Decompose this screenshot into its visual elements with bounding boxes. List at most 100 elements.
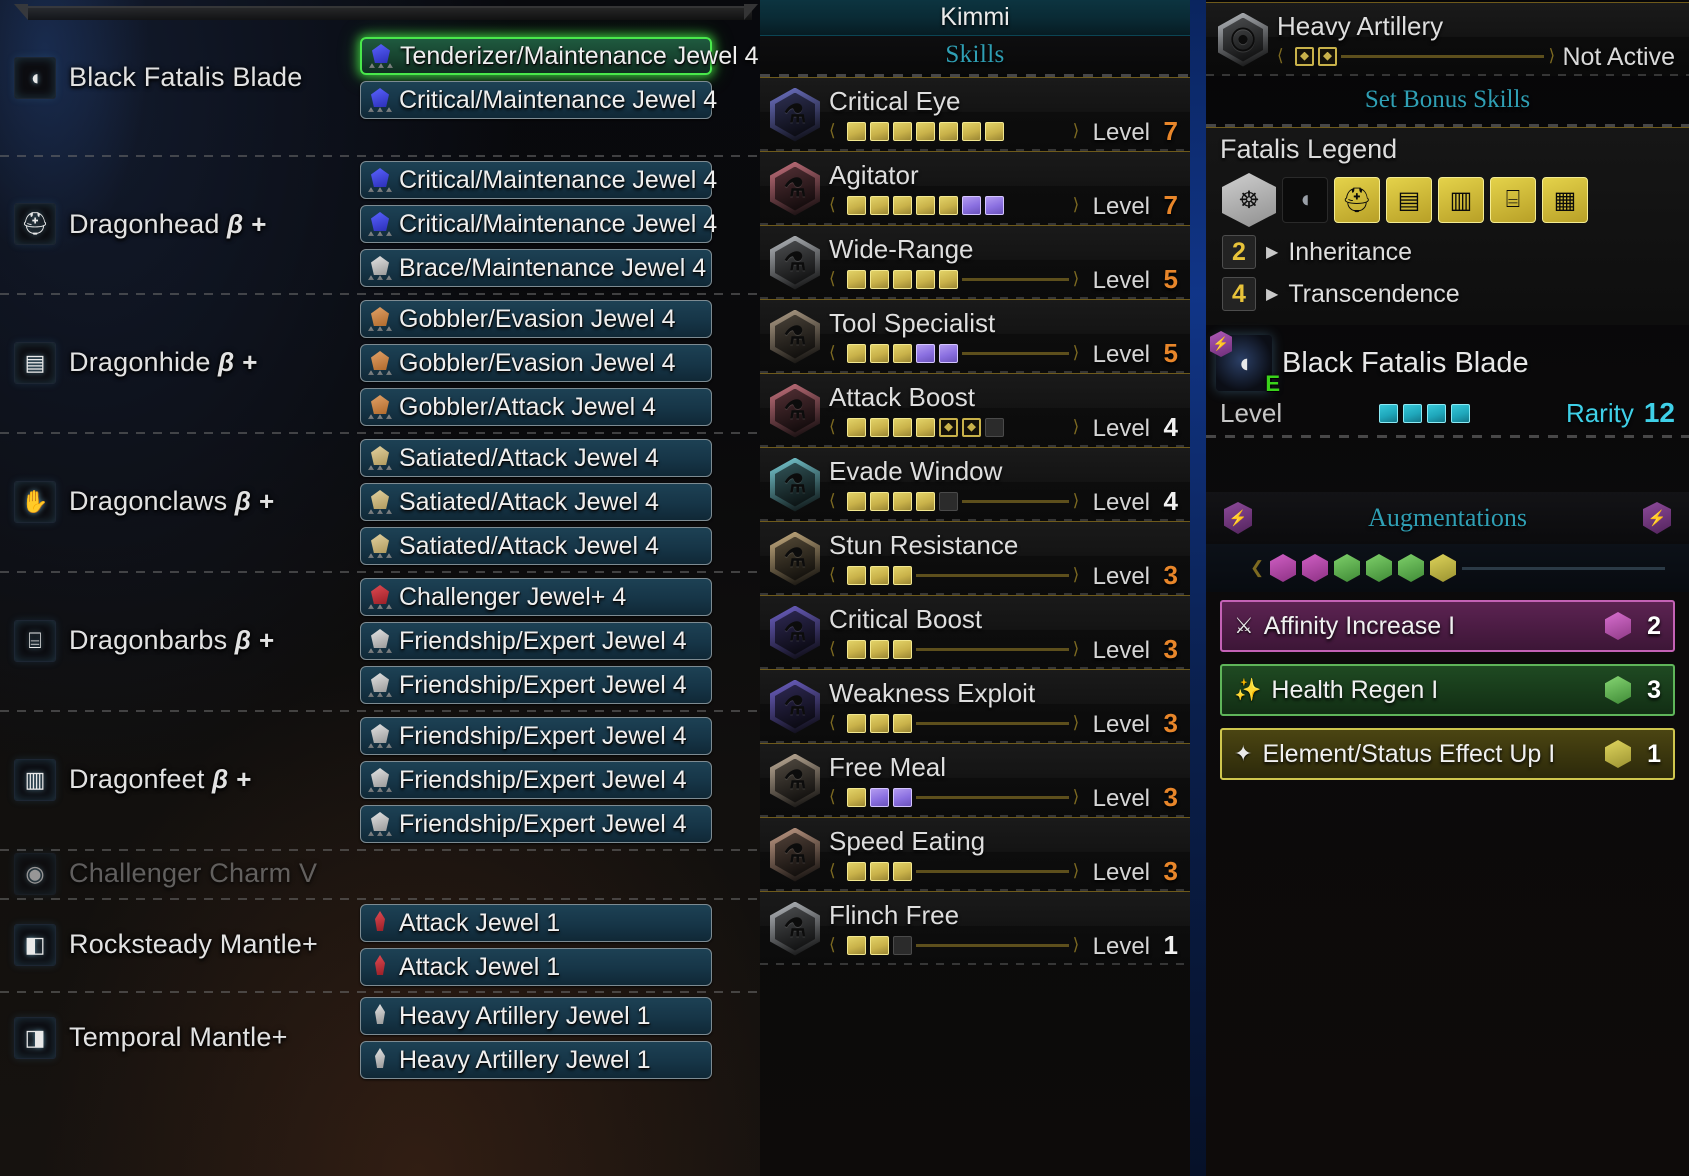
skill-row[interactable]: ⚗ Weakness Exploit ⟨ ⟩ Level 3	[760, 669, 1190, 743]
waist-piece-icon: ⌸	[1490, 177, 1536, 223]
decoration-slot[interactable]: Friendship/Expert Jewel 4	[360, 622, 712, 660]
charm-icon: ◉	[14, 852, 56, 895]
arms-piece-icon: ▥	[1438, 177, 1484, 223]
decoration-slot[interactable]: Critical/Maintenance Jewel 4	[360, 161, 717, 199]
skill-level-pip	[962, 417, 981, 437]
skill-level-pip	[893, 491, 912, 511]
equipment-row[interactable]: ◖ Black Fatalis Blade Tenderizer/Maintenan…	[0, 0, 760, 155]
meter-right-cap-icon: ⟩	[1072, 121, 1080, 141]
gear-slot[interactable]: ✋ Dragonclaws β +	[0, 432, 360, 571]
augmentation-cost-gem-icon	[1605, 676, 1631, 704]
skill-level-group: Level 3	[1087, 634, 1190, 669]
skill-row[interactable]: ⚗ Wide-Range ⟨ ⟩ Level 5	[760, 225, 1190, 299]
skill-row[interactable]: ⚗ Tool Specialist ⟨ ⟩ Level 5	[760, 299, 1190, 373]
decoration-slot[interactable]: Friendship/Expert Jewel 4	[360, 805, 712, 843]
inactive-skill-row[interactable]: ⦿ Heavy Artillery ⟨ ⟩ Not Active	[1206, 2, 1689, 76]
caret-right-icon: ▶	[1266, 286, 1279, 303]
skills-section-title: Skills	[760, 36, 1190, 74]
decoration-gem-icon	[368, 446, 392, 470]
skill-list: ⚗ Critical Eye ⟨ ⟩ Level 7 ⚗ Agitator ⟨ ⟩ Level 7 ⚗ W…	[760, 77, 1190, 965]
decoration-label: Heavy Artillery Jewel 1	[399, 1045, 651, 1074]
augmentation-cost-value: 3	[1647, 675, 1661, 704]
skill-row[interactable]: ⚗ Critical Boost ⟨ ⟩ Level 3	[760, 595, 1190, 669]
skill-row[interactable]: ⚗ Stun Resistance ⟨ ⟩ Level 3	[760, 521, 1190, 595]
skill-hex-icon: ⚗	[770, 753, 820, 808]
chest-piece-icon: ▤	[1386, 177, 1432, 223]
equipment-row[interactable]: ▥ Dragonfeet β + Friendship/Expert Jewel 4…	[0, 710, 760, 849]
decoration-gem-icon	[368, 490, 392, 514]
decoration-gem-icon	[368, 256, 392, 280]
meter-track	[1008, 204, 1069, 207]
augment-shield-right-icon: ⚡	[1643, 502, 1671, 534]
decoration-label: Gobbler/Attack Jewel 4	[399, 392, 657, 421]
decoration-slot-selected[interactable]: Tenderizer/Maintenance Jewel 4	[360, 37, 759, 75]
decoration-gem-icon	[368, 168, 392, 192]
decoration-slot[interactable]: Gobbler/Evasion Jewel 4	[360, 344, 712, 382]
equipment-row[interactable]: ▤ Dragonhide β + Gobbler/Evasion Jewel 4 Go…	[0, 293, 760, 432]
augmentations-header: ⚡ Augmentations ⚡	[1206, 492, 1689, 544]
decoration-slot[interactable]: Gobbler/Attack Jewel 4	[360, 388, 712, 426]
decoration-slot[interactable]: Challenger Jewel+ 4	[360, 578, 712, 616]
legs-piece-icon: ▦	[1542, 177, 1588, 223]
equipment-row[interactable]: ⌸ Dragonbarbs β + Challenger Jewel+ 4 Frien…	[0, 571, 760, 710]
gear-slot[interactable]: ▤ Dragonhide β +	[0, 293, 360, 432]
decoration-slot[interactable]: Brace/Maintenance Jewel 4	[360, 249, 712, 287]
skill-row[interactable]: ⚗ Agitator ⟨ ⟩ Level 7	[760, 151, 1190, 225]
decoration-slot[interactable]: Gobbler/Evasion Jewel 4	[360, 300, 712, 338]
decoration-slot[interactable]: Critical/Maintenance Jewel 4	[360, 205, 717, 243]
skill-row[interactable]: ⚗ Evade Window ⟨ ⟩ Level 4	[760, 447, 1190, 521]
skill-level-pip	[893, 343, 912, 363]
equipment-row[interactable]: ✋ Dragonclaws β + Satiated/Attack Jewel 4 S…	[0, 432, 760, 571]
decoration-slot[interactable]: Friendship/Expert Jewel 4	[360, 666, 712, 704]
decoration-slot[interactable]: Heavy Artillery Jewel 1	[360, 1041, 712, 1079]
gear-slot[interactable]: ◉ Challenger Charm V	[0, 849, 360, 898]
skill-row[interactable]: ⚗ Flinch Free ⟨ ⟩ Level 1	[760, 891, 1190, 965]
decoration-slot[interactable]: Satiated/Attack Jewel 4	[360, 527, 712, 565]
gear-slot[interactable]: ◖ Black Fatalis Blade	[0, 0, 360, 155]
equipment-row[interactable]: ◉ Challenger Charm V	[0, 849, 760, 898]
decoration-label: Brace/Maintenance Jewel 4	[399, 253, 707, 282]
gear-slot[interactable]: ◨ Temporal Mantle+	[0, 991, 360, 1084]
decoration-slot[interactable]: Friendship/Expert Jewel 4	[360, 761, 712, 799]
skill-meter: ⟨ ⟩	[829, 565, 1087, 585]
skill-level-pip	[893, 269, 912, 289]
gear-slot[interactable]: ▥ Dragonfeet β +	[0, 710, 360, 849]
meter-track	[916, 943, 1069, 947]
skill-level-pip	[870, 861, 889, 881]
caret-right-icon: ▶	[1266, 244, 1279, 261]
skill-level-pip	[916, 269, 935, 289]
skill-row[interactable]: ⚗ Critical Eye ⟨ ⟩ Level 7	[760, 77, 1190, 151]
augmentation-list: ⚔ Affinity Increase I 2 ✨ Health Regen I 3 ✦ El…	[1206, 592, 1689, 780]
augmentation-item[interactable]: ✦ Element/Status Effect Up I 1	[1220, 728, 1675, 780]
decoration-slot[interactable]: Attack Jewel 1	[360, 948, 712, 986]
decoration-slot[interactable]: Satiated/Attack Jewel 4	[360, 483, 712, 521]
gear-slot[interactable]: ◧ Rocksteady Mantle+	[0, 898, 360, 991]
set-bonus-name: Fatalis Legend	[1220, 134, 1398, 164]
skill-level-pip	[939, 195, 958, 215]
set-bonus-effect-row[interactable]: 2 ▶ Inheritance	[1206, 231, 1689, 273]
decoration-stack: Heavy Artillery Jewel 1 Heavy Artillery J…	[360, 997, 712, 1079]
gear-slot[interactable]: ⛑ Dragonhead β +	[0, 155, 360, 293]
skill-level-pip	[916, 121, 935, 141]
augmentation-slot-gem-icon	[1270, 554, 1296, 582]
equipment-row[interactable]: ◧ Rocksteady Mantle+ Attack Jewel 1 Attack …	[0, 898, 760, 991]
set-bonus-effect-row[interactable]: 4 ▶ Transcendence	[1206, 273, 1689, 315]
skill-row[interactable]: ⚗ Free Meal ⟨ ⟩ Level 3	[760, 743, 1190, 817]
meter-left-cap-icon: ⟨	[829, 639, 836, 659]
augmentation-item[interactable]: ⚔ Affinity Increase I 2	[1220, 600, 1675, 652]
decoration-slot[interactable]: Attack Jewel 1	[360, 904, 712, 942]
equipment-row[interactable]: ⛑ Dragonhead β + Critical/Maintenance Jewe…	[0, 155, 760, 293]
decoration-slot[interactable]: Satiated/Attack Jewel 4	[360, 439, 712, 477]
decoration-slot[interactable]: Critical/Maintenance Jewel 4	[360, 81, 717, 119]
skill-level-group: Level 3	[1087, 782, 1190, 817]
decoration-slot[interactable]: Heavy Artillery Jewel 1	[360, 997, 712, 1035]
decoration-slot[interactable]: Friendship/Expert Jewel 4	[360, 717, 712, 755]
augmentation-item[interactable]: ✨ Health Regen I 3	[1220, 664, 1675, 716]
skill-row[interactable]: ⚗ Speed Eating ⟨ ⟩ Level 3	[760, 817, 1190, 891]
equipment-row[interactable]: ◨ Temporal Mantle+ Heavy Artillery Jewel 1…	[0, 991, 760, 1084]
gear-slot[interactable]: ⌸ Dragonbarbs β +	[0, 571, 360, 710]
skill-row[interactable]: ⚗ Attack Boost ⟨ ⟩ Level 4	[760, 373, 1190, 447]
heavy-artillery-skill-icon: ⦿	[1218, 12, 1268, 67]
skill-level-group: Level 5	[1087, 338, 1190, 373]
meter-right-cap-icon: ⟩	[1548, 46, 1556, 66]
